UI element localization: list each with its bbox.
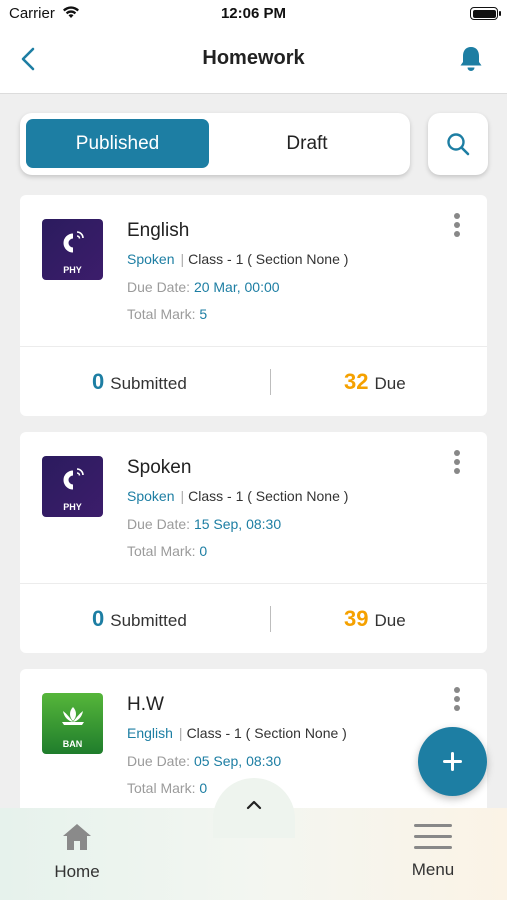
homework-meta: English | Class - 1 ( Section None ) <box>127 725 347 741</box>
status-bar: Carrier 12:06 PM <box>0 0 507 30</box>
homework-title: English <box>127 220 190 241</box>
magnet-icon <box>63 468 84 490</box>
total-mark-value: 0 <box>199 543 208 559</box>
homework-title: Spoken <box>127 457 192 478</box>
stat-divider <box>270 606 271 632</box>
card-stats: 0 Submitted 39 Due <box>20 584 487 653</box>
status-segmented-control: Published Draft <box>20 113 410 175</box>
submitted-stat[interactable]: 0 Submitted <box>92 606 187 632</box>
more-options-icon[interactable] <box>449 211 465 239</box>
subject-icon: PHY <box>42 219 103 280</box>
search-button[interactable] <box>428 113 488 175</box>
due-date: Due Date: 20 Mar, 00:00 <box>127 279 280 295</box>
subject-icon: PHY <box>42 456 103 517</box>
battery-icon <box>470 7 501 20</box>
more-options-icon[interactable] <box>449 448 465 476</box>
homework-meta: Spoken | Class - 1 ( Section None ) <box>127 488 349 504</box>
due-date: Due Date: 05 Sep, 08:30 <box>127 753 282 769</box>
class-info: Class - 1 ( Section None ) <box>188 251 349 267</box>
class-info: Class - 1 ( Section None ) <box>186 725 347 741</box>
submitted-label: Submitted <box>110 374 187 393</box>
due-count: 39 <box>344 606 369 631</box>
due-date: Due Date: 15 Sep, 08:30 <box>127 516 282 532</box>
subject-label: Spoken <box>127 488 175 504</box>
due-label: Due <box>374 374 406 393</box>
total-mark-value: 5 <box>199 306 208 322</box>
card-header: PHY Spoken Spoken | Class - 1 ( Section No… <box>20 432 487 584</box>
subject-icon: BAN <box>42 693 103 754</box>
home-icon <box>63 824 91 850</box>
due-stat[interactable]: 39 Due <box>344 606 406 632</box>
nav-bar: Homework <box>0 30 507 94</box>
status-time: 12:06 PM <box>220 5 287 22</box>
nav-menu[interactable]: Menu <box>396 820 470 886</box>
submitted-count: 0 <box>92 606 105 631</box>
homework-meta: Spoken | Class - 1 ( Section None ) <box>127 251 349 267</box>
total-mark: Total Mark: 0 <box>127 543 208 559</box>
nav-home-label: Home <box>54 862 100 881</box>
due-stat[interactable]: 32 Due <box>344 369 406 395</box>
homework-title: H.W <box>127 694 164 715</box>
total-mark: Total Mark: 0 <box>127 780 208 796</box>
magnet-icon <box>63 231 84 253</box>
due-date-value: 20 Mar, 00:00 <box>193 279 280 295</box>
lotus-icon <box>62 707 84 725</box>
search-icon <box>447 133 470 156</box>
subject-code: BAN <box>62 739 83 749</box>
subject-code: PHY <box>63 502 82 512</box>
due-label: Due <box>374 611 406 630</box>
chevron-up-icon <box>246 800 262 810</box>
published-tab[interactable]: Published <box>26 119 209 168</box>
total-mark-value: 0 <box>199 780 208 796</box>
submitted-count: 0 <box>92 369 105 394</box>
card-header: PHY English Spoken | Class - 1 ( Section N… <box>20 195 487 347</box>
class-info: Class - 1 ( Section None ) <box>188 488 349 504</box>
draft-tab[interactable]: Draft <box>210 119 404 168</box>
subject-code: PHY <box>63 265 82 275</box>
stat-divider <box>270 369 271 395</box>
submitted-label: Submitted <box>110 611 187 630</box>
due-count: 32 <box>344 369 369 394</box>
subject-label: Spoken <box>127 251 175 267</box>
subject-label: English <box>127 725 173 741</box>
total-mark: Total Mark: 5 <box>127 306 208 322</box>
bell-icon[interactable] <box>457 44 485 74</box>
homework-card[interactable]: PHY English Spoken | Class - 1 ( Section N… <box>20 195 487 416</box>
submitted-stat[interactable]: 0 Submitted <box>92 369 187 395</box>
due-date-value: 15 Sep, 08:30 <box>193 516 282 532</box>
card-stats: 0 Submitted 32 Due <box>20 347 487 416</box>
more-options-icon[interactable] <box>449 685 465 713</box>
add-homework-button[interactable] <box>418 727 487 796</box>
nav-home[interactable]: Home <box>40 820 114 886</box>
homework-card[interactable]: PHY Spoken Spoken | Class - 1 ( Section No… <box>20 432 487 653</box>
page-title: Homework <box>202 47 305 69</box>
nav-menu-label: Menu <box>411 860 455 879</box>
due-date-value: 05 Sep, 08:30 <box>193 753 282 769</box>
